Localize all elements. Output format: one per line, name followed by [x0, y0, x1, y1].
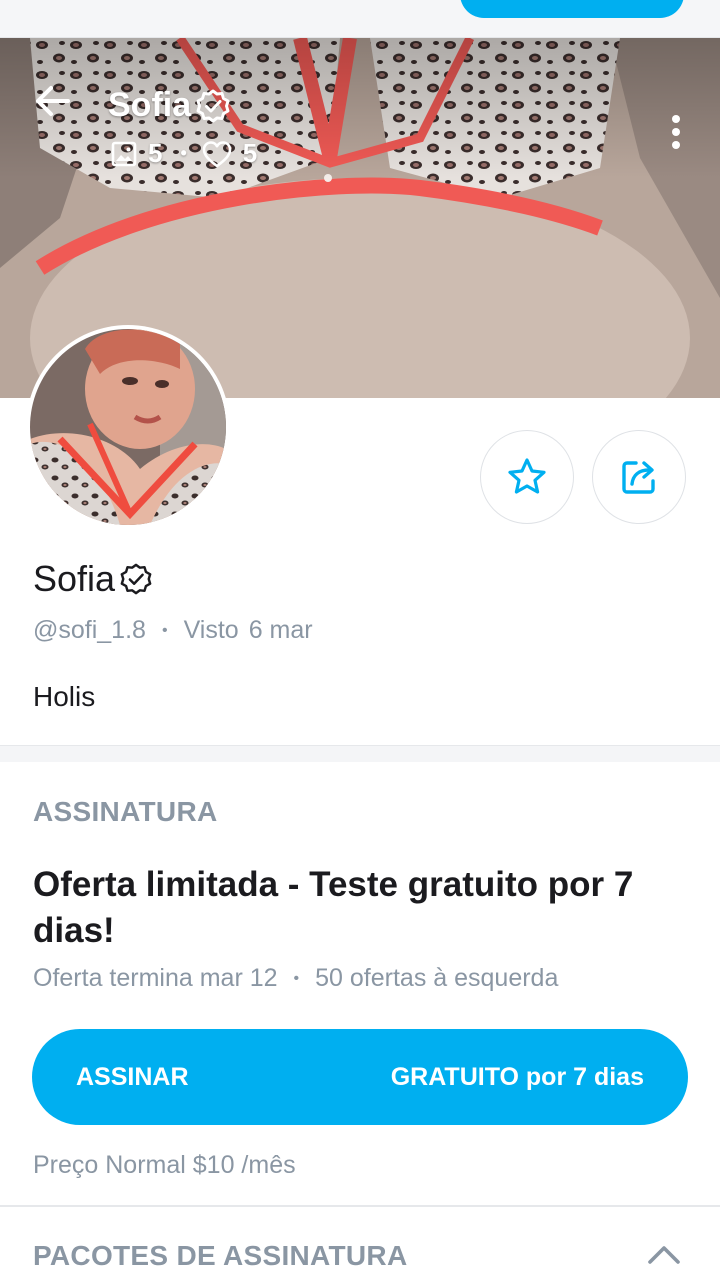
add-to-favorites-button[interactable]: [480, 430, 574, 524]
media-count-value: 5: [148, 138, 163, 168]
heart-icon: [202, 140, 232, 167]
share-icon: [622, 461, 655, 494]
top-bar: [0, 0, 720, 38]
subscribe-label: ASSINAR: [76, 1062, 189, 1091]
media-count[interactable]: 5: [110, 138, 162, 169]
offer-ends: Oferta termina mar 12: [33, 964, 278, 992]
cover-title: Sofia: [108, 86, 231, 125]
offers-left: 50 ofertas à esquerda: [315, 964, 559, 992]
offer-meta: Oferta termina mar 12 • 50 ofertas à esq…: [33, 964, 558, 993]
subscribe-trial-label: GRATUITO por 7 dias: [390, 1062, 644, 1091]
cover-name-text: Sofia: [108, 86, 192, 124]
bundles-collapse-button[interactable]: [640, 1236, 688, 1272]
more-vertical-icon: [672, 115, 680, 149]
chevron-up-icon: [648, 1246, 680, 1264]
offer-title: Oferta limitada - Teste gratuito por 7 d…: [33, 865, 634, 950]
regular-price: Preço Normal $10 /mês: [33, 1151, 296, 1179]
profile-name-text: Sofia: [33, 558, 116, 599]
profile-handle: @sofi_1.8: [33, 616, 146, 644]
arrow-left-icon: [36, 86, 70, 116]
verified-badge-icon: [120, 563, 152, 595]
share-button[interactable]: [592, 430, 686, 524]
bundles-divider: [0, 1205, 720, 1207]
last-seen-label: Visto: [183, 616, 239, 644]
star-icon: [508, 458, 546, 494]
profile-name: Sofia: [33, 558, 153, 600]
more-options-button[interactable]: [660, 108, 692, 158]
stat-separator: •: [180, 143, 187, 163]
back-button[interactable]: [26, 74, 80, 128]
likes-count-value: 5: [242, 138, 258, 168]
top-action-button[interactable]: [460, 0, 684, 18]
verified-badge-icon: [196, 89, 230, 122]
subscribe-button[interactable]: ASSINAR GRATUITO por 7 dias: [32, 1029, 688, 1125]
avatar[interactable]: [30, 329, 226, 525]
subscription-heading: ASSINATURA: [33, 796, 218, 827]
avatar-photo: [30, 329, 226, 525]
bundles-heading[interactable]: PACOTES DE ASSINATURA: [33, 1240, 407, 1272]
offer-separator: •: [293, 969, 300, 987]
last-seen-date: 6 mar: [248, 616, 313, 644]
profile-meta: @sofi_1.8 • Visto 6 mar: [33, 616, 313, 645]
profile-bio: Holis: [33, 681, 96, 712]
likes-count[interactable]: 5: [201, 138, 257, 169]
cover-stats: 5 • 5: [110, 138, 257, 169]
image-icon: [111, 141, 137, 166]
section-divider: [0, 745, 720, 762]
meta-separator: •: [161, 621, 168, 639]
